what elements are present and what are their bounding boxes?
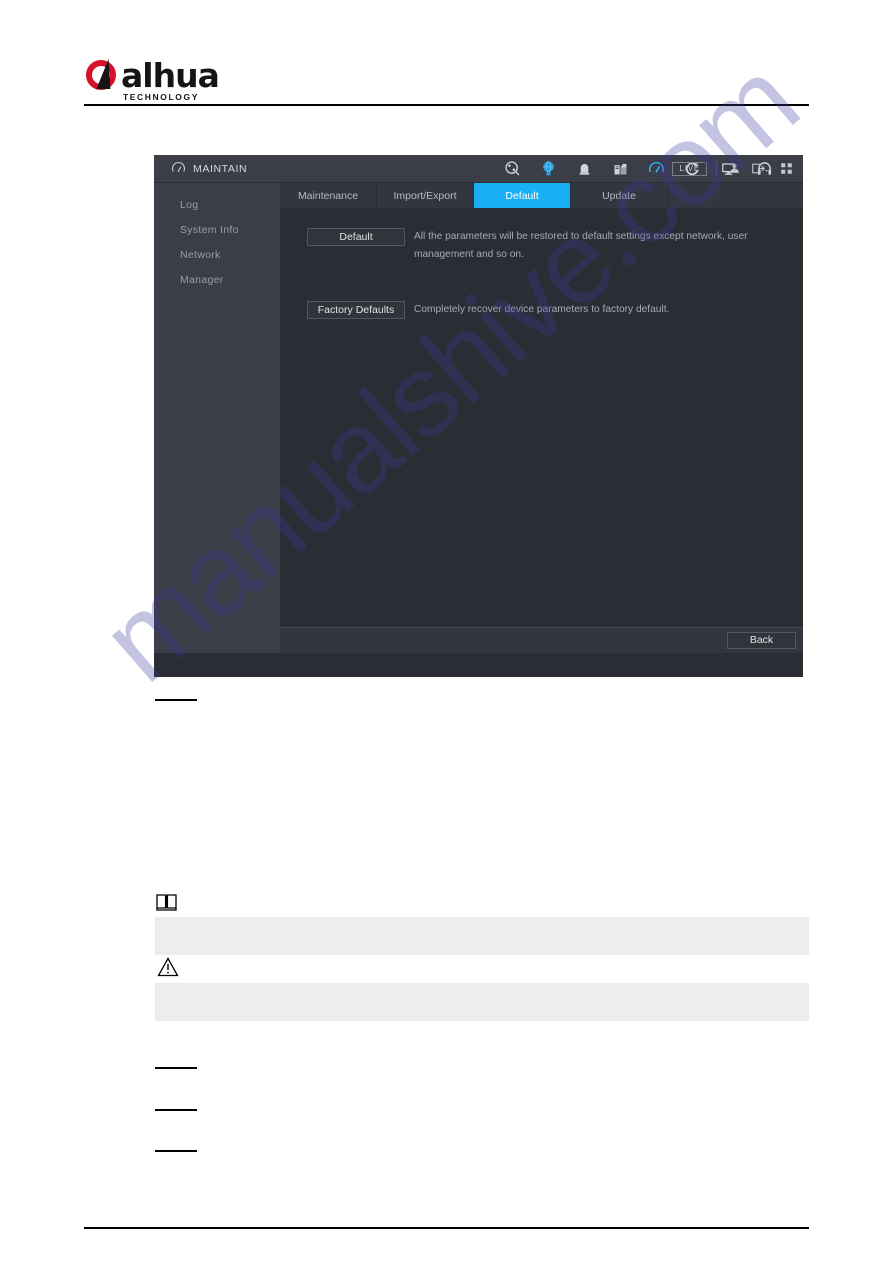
sidebar-item-log[interactable]: Log (154, 192, 280, 217)
note-callout-body (155, 917, 809, 955)
header-status-area: LIVE (672, 155, 795, 182)
logo-tagline: TECHNOLOGY (123, 92, 199, 102)
content-area: Default All the parameters will be resto… (280, 209, 803, 627)
tab-maintenance[interactable]: Maintenance (280, 183, 377, 208)
factory-defaults-row: Factory Defaults Completely recover devi… (280, 301, 803, 319)
page-title-label: MAINTAIN (193, 162, 248, 175)
dahua-logo: alhua TECHNOLOGY (86, 56, 220, 102)
redacted-line (155, 699, 197, 701)
footer-rule (84, 1227, 809, 1229)
sidebar-item-label: Manager (180, 273, 224, 286)
default-button[interactable]: Default (307, 228, 405, 246)
sidebar-item-network[interactable]: Network (154, 242, 280, 267)
redacted-line (155, 1067, 197, 1069)
tab-default[interactable]: Default (474, 183, 571, 208)
live-badge: LIVE (672, 161, 707, 176)
tab-import-export[interactable]: Import/Export (377, 183, 474, 208)
sidebar-item-label: Network (180, 248, 221, 261)
grid-icon[interactable] (778, 160, 795, 177)
main-area: Maintenance Import/Export Default Update… (280, 183, 803, 653)
storage-icon[interactable] (566, 155, 602, 182)
sidebar-item-manager[interactable]: Manager (154, 267, 280, 292)
warning-triangle-icon (157, 957, 179, 982)
ui-footer: Back (280, 627, 803, 653)
tab-update[interactable]: Update (571, 183, 668, 208)
sidebar-item-label: System Info (180, 223, 239, 236)
default-row: Default All the parameters will be resto… (280, 228, 803, 264)
device-icon[interactable] (602, 155, 638, 182)
sidebar-item-label: Log (180, 198, 199, 211)
network-globe-icon[interactable] (530, 155, 566, 182)
back-button[interactable]: Back (727, 632, 796, 649)
redacted-line (155, 1150, 197, 1152)
tab-bar-filler (668, 183, 803, 208)
nvr-ui-panel: MAINTAIN LIVE Log System Info Network Ma… (154, 155, 803, 677)
redacted-line (155, 1109, 197, 1111)
tab-label: Update (602, 189, 636, 202)
default-description: All the parameters will be restored to d… (414, 231, 748, 260)
header-rule (84, 104, 809, 106)
camera-search-icon[interactable] (494, 155, 530, 182)
tab-bar: Maintenance Import/Export Default Update (280, 183, 803, 209)
gauge-icon (171, 161, 186, 176)
dahua-mark-icon (86, 58, 126, 91)
sidebar-item-system-info[interactable]: System Info (154, 217, 280, 242)
sidebar: Log System Info Network Manager (154, 183, 280, 653)
user-icon[interactable] (726, 160, 743, 177)
tab-label: Default (505, 189, 539, 202)
logo-row: alhua (86, 56, 220, 95)
logo-wordmark: alhua (121, 56, 220, 95)
tab-label: Maintenance (297, 189, 359, 202)
page-title[interactable]: MAINTAIN (154, 161, 247, 176)
tab-label: Import/Export (393, 189, 457, 202)
note-book-icon (156, 893, 178, 916)
logout-icon[interactable] (752, 160, 769, 177)
factory-defaults-description: Completely recover device parameters to … (414, 304, 670, 315)
maintain-gauge-icon[interactable] (638, 155, 674, 182)
warning-callout-body (155, 983, 809, 1021)
ui-header-bar: MAINTAIN LIVE (154, 155, 803, 183)
ui-body: Log System Info Network Manager Maintena… (154, 183, 803, 653)
divider (716, 161, 717, 176)
factory-defaults-button[interactable]: Factory Defaults (307, 301, 405, 319)
